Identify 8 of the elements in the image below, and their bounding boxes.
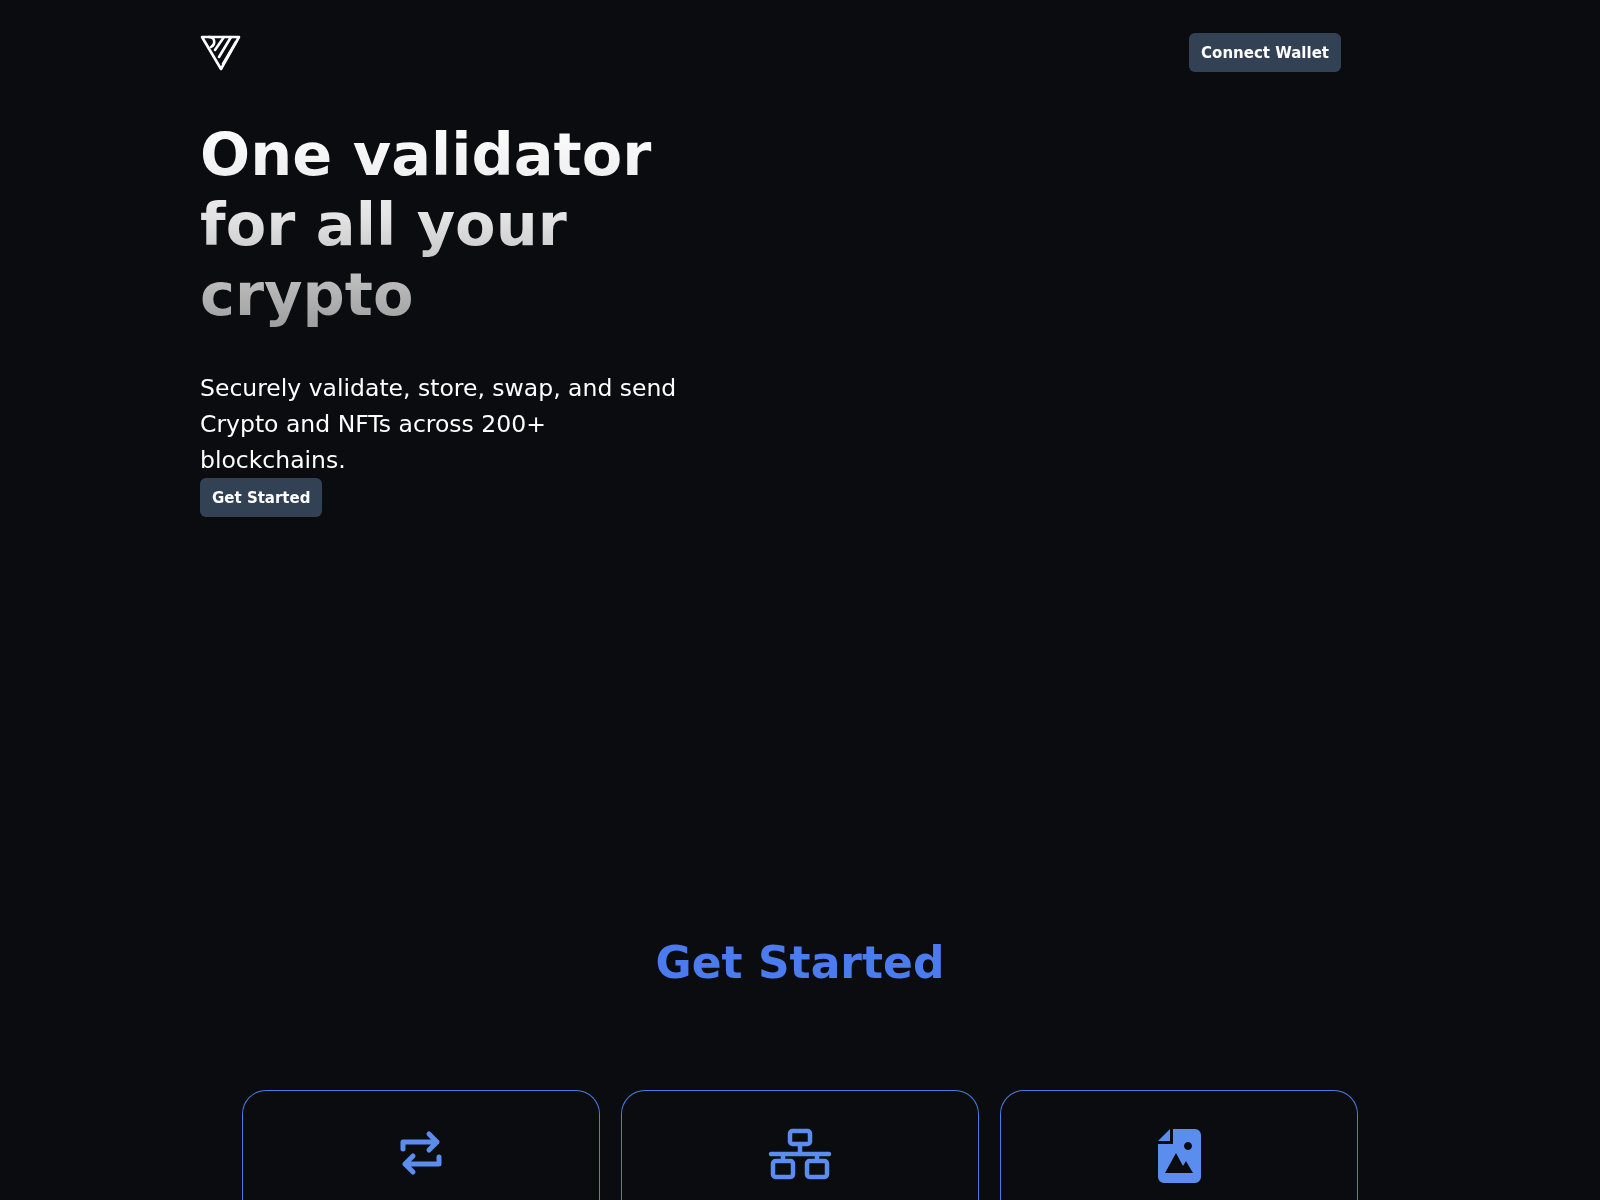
get-started-button[interactable]: Get Started xyxy=(200,478,323,517)
swap-arrows-icon xyxy=(399,1128,443,1178)
image-file-icon xyxy=(1157,1128,1201,1183)
hero-subtitle: Securely validate, store, swap, and send Crypto and NFTs across 200+ blockchains. xyxy=(200,373,678,476)
section-heading: Get Started xyxy=(655,936,945,990)
network-icon xyxy=(768,1128,832,1180)
logo[interactable] xyxy=(200,34,241,71)
connect-wallet-button[interactable]: Connect Wallet xyxy=(1189,33,1341,72)
